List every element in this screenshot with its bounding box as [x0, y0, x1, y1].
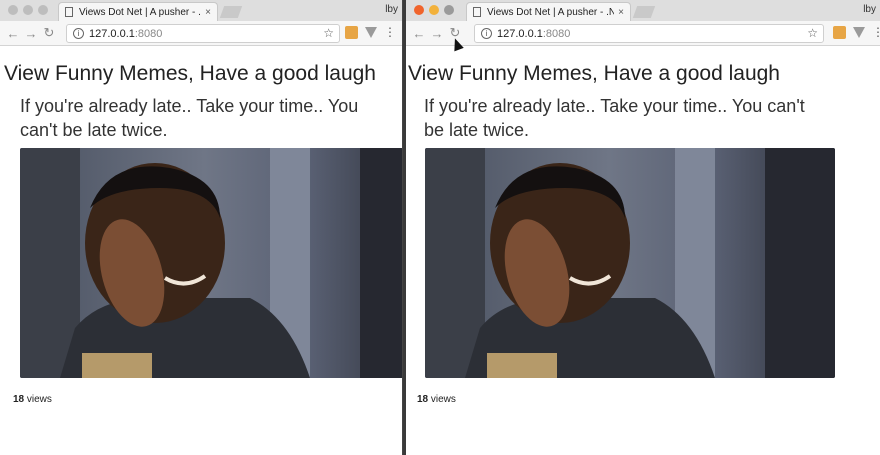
extension-icon[interactable] — [833, 26, 846, 39]
extensions: ⋮ — [833, 26, 880, 39]
tab-close-icon[interactable]: × — [205, 7, 211, 18]
window-controls — [8, 5, 48, 15]
page-icon — [473, 7, 481, 17]
meme-image — [425, 148, 835, 378]
bookmark-star-icon[interactable]: ☆ — [323, 26, 334, 40]
tab-title: Views Dot Net | A pusher - .Net — [487, 6, 615, 18]
close-window-button[interactable] — [414, 5, 424, 15]
meme-caption: If you're already late.. Take your time.… — [424, 96, 805, 140]
browser-tab[interactable]: Views Dot Net | A pusher - .Net × — [58, 2, 218, 21]
vue-devtools-icon[interactable] — [365, 27, 377, 38]
views-count: 18 — [417, 394, 429, 405]
meme-image — [20, 148, 402, 378]
menu-icon[interactable]: ⋮ — [872, 26, 880, 39]
info-icon[interactable]: i — [73, 28, 84, 39]
url-host: 127.0.0.1 — [497, 27, 543, 40]
reload-icon[interactable]: ↻ — [40, 25, 58, 41]
menu-icon[interactable]: ⋮ — [384, 26, 396, 39]
url-port: :8080 — [542, 27, 571, 40]
maximize-window-button[interactable] — [444, 5, 454, 15]
browser-toolbar: ← → ↻ i 127.0.0.1 :8080 ☆ ⋮ — [406, 21, 880, 46]
views-counter: 18 views — [417, 394, 456, 405]
back-icon[interactable]: ← — [4, 26, 22, 41]
browser-tab[interactable]: Views Dot Net | A pusher - .Net × — [466, 2, 631, 21]
maximize-window-button[interactable] — [38, 5, 48, 15]
close-window-button[interactable] — [8, 5, 18, 15]
page-heading: View Funny Memes, Have a good laugh — [408, 62, 780, 85]
info-icon[interactable]: i — [481, 28, 492, 39]
window-controls — [414, 5, 454, 15]
browser-toolbar: ← → ↻ i 127.0.0.1 :8080 ☆ ⋮ — [0, 21, 402, 46]
views-label: views — [428, 394, 456, 405]
page-content: View Funny Memes, Have a good laugh If y… — [0, 47, 402, 455]
extensions: ⋮ — [345, 26, 396, 39]
tab-title: Views Dot Net | A pusher - .Net — [79, 6, 201, 18]
vue-devtools-icon[interactable] — [853, 27, 865, 38]
tab-bar: Views Dot Net | A pusher - .Net × lby — [406, 0, 880, 21]
minimize-window-button[interactable] — [429, 5, 439, 15]
new-tab-button[interactable] — [632, 6, 656, 18]
tab-close-icon[interactable]: × — [618, 7, 624, 18]
views-counter: 18 views — [13, 394, 52, 405]
url-port: :8080 — [134, 27, 163, 40]
bookmark-star-icon[interactable]: ☆ — [807, 26, 818, 40]
forward-icon[interactable]: → — [428, 26, 446, 41]
views-count: 18 — [13, 394, 25, 405]
views-label: views — [24, 394, 52, 405]
page-heading: View Funny Memes, Have a good laugh — [4, 62, 376, 85]
back-icon[interactable]: ← — [410, 26, 428, 41]
page-content: View Funny Memes, Have a good laugh If y… — [406, 47, 880, 455]
extension-icon[interactable] — [345, 26, 358, 39]
minimize-window-button[interactable] — [23, 5, 33, 15]
browser-window-left: Views Dot Net | A pusher - .Net × lby ← … — [0, 0, 403, 455]
meme-caption: If you're already late.. Take your time.… — [20, 96, 359, 140]
page-icon — [65, 7, 73, 17]
forward-icon[interactable]: → — [22, 26, 40, 41]
url-host: 127.0.0.1 — [89, 27, 135, 40]
profile-label[interactable]: lby — [385, 4, 398, 15]
address-bar[interactable]: i 127.0.0.1 :8080 ☆ — [66, 24, 340, 43]
screen: Views Dot Net | A pusher - .Net × lby ← … — [0, 0, 880, 455]
tab-bar: Views Dot Net | A pusher - .Net × lby — [0, 0, 402, 21]
browser-window-right: Views Dot Net | A pusher - .Net × lby ← … — [406, 0, 880, 455]
address-bar[interactable]: i 127.0.0.1 :8080 ☆ — [474, 24, 824, 43]
profile-label[interactable]: lby — [863, 4, 876, 15]
new-tab-button[interactable] — [219, 6, 243, 18]
